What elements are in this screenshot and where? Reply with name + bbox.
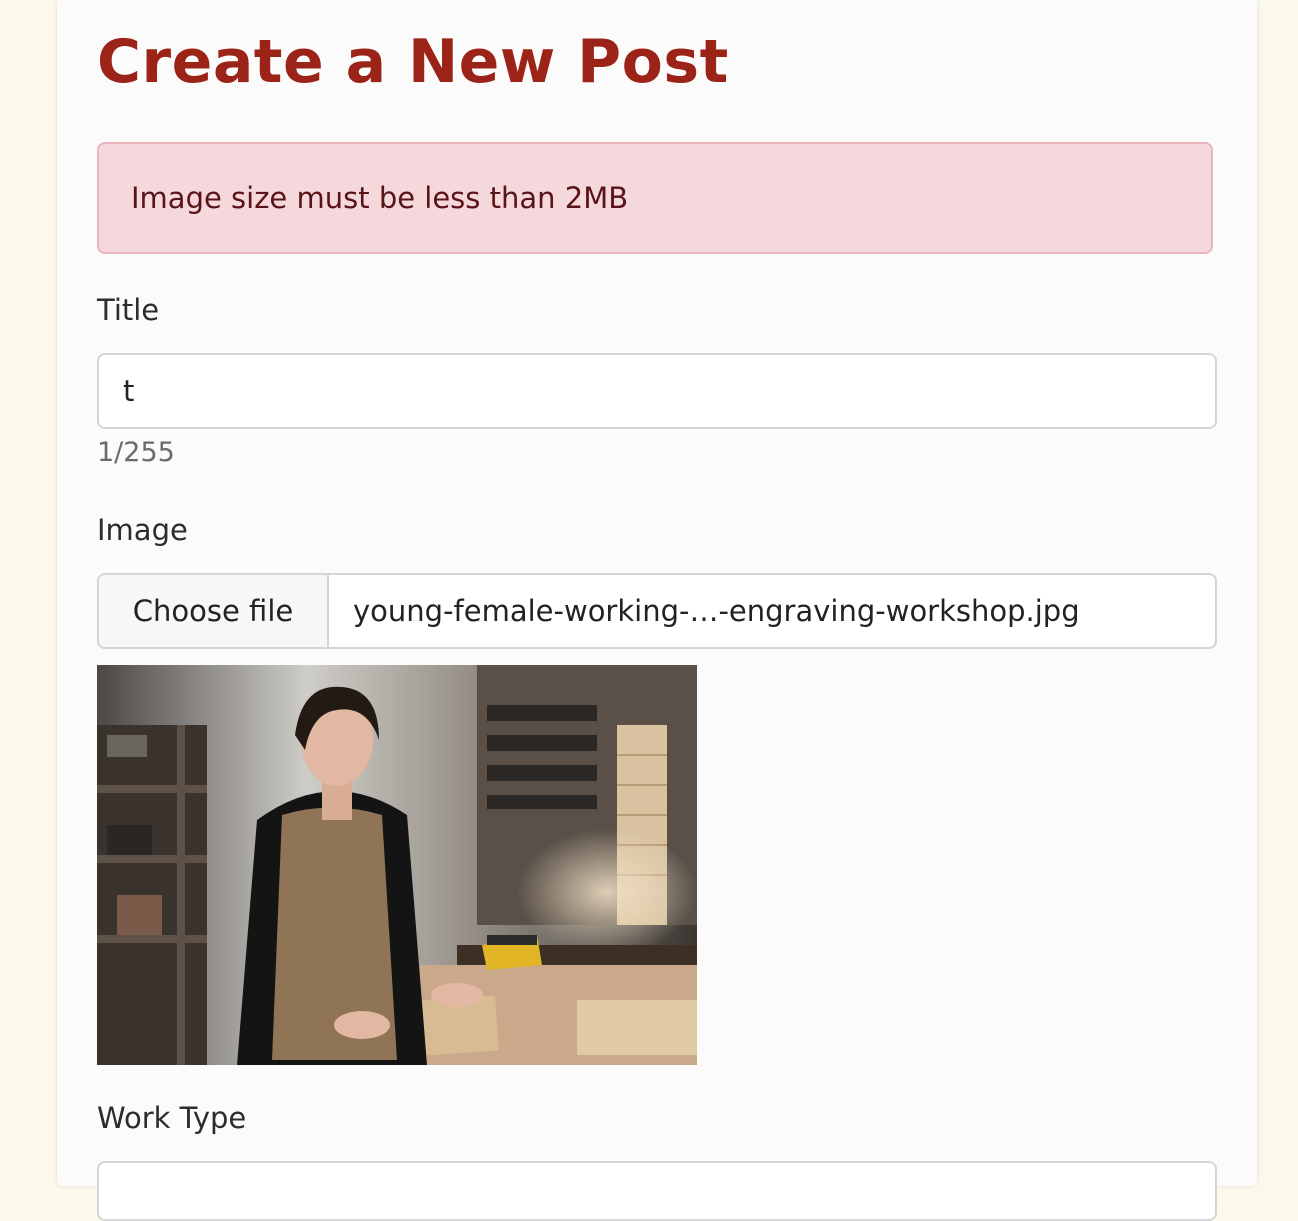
photo-preview-icon: [97, 665, 697, 1065]
error-alert: Image size must be less than 2MB: [97, 142, 1213, 254]
work-type-label: Work Type: [97, 1101, 247, 1135]
image-preview: [97, 665, 697, 1065]
title-char-counter: 1/255: [97, 437, 175, 468]
title-input[interactable]: t: [97, 353, 1217, 429]
choose-file-button[interactable]: Choose file: [99, 575, 329, 647]
title-input-value: t: [123, 374, 135, 408]
image-label: Image: [97, 513, 188, 547]
title-label: Title: [97, 293, 160, 327]
page-title: Create a New Post: [97, 27, 729, 97]
work-type-select[interactable]: [97, 1161, 1217, 1221]
image-file-input[interactable]: Choose file young-female-working-…-engra…: [97, 573, 1217, 649]
selected-file-name: young-female-working-…-engraving-worksho…: [353, 594, 1080, 628]
error-alert-message: Image size must be less than 2MB: [131, 181, 629, 215]
form-card: Create a New Post Image size must be les…: [57, 0, 1257, 1221]
